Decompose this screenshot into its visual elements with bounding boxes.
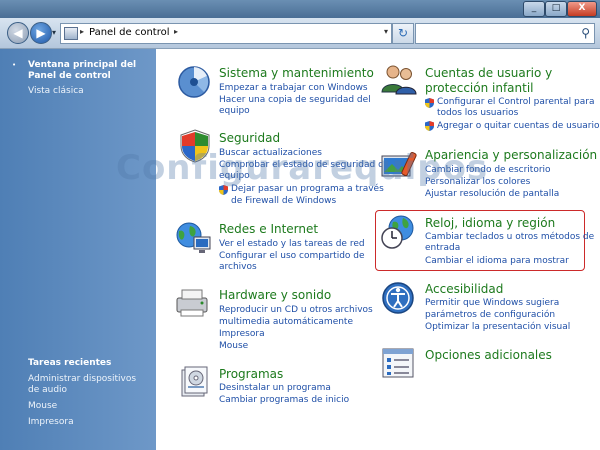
link-printer[interactable]: Impresora (219, 329, 265, 339)
network-internet-icon[interactable] (174, 221, 211, 257)
additional-options-icon[interactable] (380, 346, 416, 382)
search-input[interactable] (418, 26, 572, 41)
breadcrumb-control-panel[interactable]: Panel de control (89, 27, 170, 38)
link-autoplay-cont[interactable]: multimedia automáticamente (219, 317, 353, 327)
title-bar: _ □ X (0, 0, 600, 18)
sidebar-item-home[interactable]: Ventana principal del Panel de control (28, 60, 152, 82)
link-file-sharing[interactable]: Configurar el uso compartido de (219, 251, 365, 261)
watermark-text: Configurarequipos (116, 148, 489, 188)
accessibility-icon[interactable] (380, 280, 416, 316)
forward-button[interactable]: ▶ (30, 22, 52, 44)
category-programs-title[interactable]: Programas (219, 367, 283, 381)
link-network-status[interactable]: Ver el estado y las tareas de red (219, 239, 365, 249)
sidebar-item-classic-view[interactable]: Vista clásica (28, 86, 84, 97)
search-box[interactable]: ⚲ (415, 23, 595, 44)
close-button[interactable]: X (567, 1, 597, 17)
link-windows-suggest[interactable]: Permitir que Windows sugiera (425, 298, 559, 308)
address-bar[interactable]: ▸ Panel de control ▸ ▾ (60, 23, 392, 44)
programs-icon[interactable] (176, 364, 212, 400)
user-accounts-icon[interactable] (380, 62, 417, 98)
link-uninstall[interactable]: Desinstalar un programa (219, 383, 331, 393)
link-windows-suggest-cont[interactable]: parámetros de configuración (425, 310, 555, 320)
link-display-language[interactable]: Cambiar el idioma para mostrar (425, 256, 569, 266)
link-file-sharing-cont[interactable]: archivos (219, 262, 257, 272)
search-icon[interactable]: ⚲ (581, 26, 590, 40)
category-accounts-title-cont[interactable]: protección infantil (425, 81, 534, 95)
link-screen-resolution[interactable]: Ajustar resolución de pantalla (425, 189, 559, 199)
link-add-remove-accounts[interactable]: Agregar o quitar cuentas de usuario (437, 121, 600, 131)
minimize-button[interactable]: _ (523, 1, 545, 17)
clock-language-region-icon[interactable] (381, 214, 417, 250)
category-network-title[interactable]: Redes e Internet (219, 222, 318, 236)
link-firewall-allow-cont[interactable]: de Firewall de Windows (231, 196, 336, 206)
navigation-bar: ◀ ▶ ▾ ▸ Panel de control ▸ ▾ ↻ ⚲ (0, 18, 600, 49)
link-parental-controls[interactable]: Configurar el Control parental para (437, 97, 594, 107)
category-accounts-title[interactable]: Cuentas de usuario y (425, 66, 552, 80)
link-getting-started[interactable]: Empezar a trabajar con Windows (219, 83, 368, 93)
sidebar-bullet: • (12, 61, 17, 69)
link-keyboards-input-cont[interactable]: entrada (425, 243, 460, 253)
uac-shield-icon (425, 121, 434, 131)
recent-tasks-heading: Tareas recientes (28, 358, 112, 368)
link-backup[interactable]: Hacer una copia de seguridad del (219, 95, 371, 105)
recent-task-printer[interactable]: Impresora (28, 417, 74, 428)
category-security-title[interactable]: Seguridad (219, 131, 280, 145)
uac-shield-icon (425, 98, 434, 108)
category-additional-title[interactable]: Opciones adicionales (425, 348, 552, 362)
sidebar: • Ventana principal del Panel de control… (0, 49, 156, 450)
recent-task-audio[interactable]: Administrar dispositivos de audio (28, 374, 148, 396)
category-hardware-title[interactable]: Hardware y sonido (219, 288, 331, 302)
link-mouse[interactable]: Mouse (219, 341, 248, 351)
link-startup-programs[interactable]: Cambiar programas de inicio (219, 395, 349, 405)
control-panel-icon (64, 27, 78, 40)
link-autoplay[interactable]: Reproducir un CD u otros archivos (219, 305, 373, 315)
system-maintenance-icon[interactable] (176, 64, 212, 100)
address-dropdown-icon[interactable]: ▾ (384, 27, 388, 36)
link-parental-controls-cont[interactable]: todos los usuarios (437, 108, 518, 118)
link-optimize-display[interactable]: Optimizar la presentación visual (425, 322, 570, 332)
hardware-sound-icon[interactable] (174, 286, 210, 322)
breadcrumb-arrow-icon[interactable]: ▸ (80, 27, 84, 36)
back-button[interactable]: ◀ (7, 22, 29, 44)
link-backup-cont[interactable]: equipo (219, 106, 250, 116)
link-keyboards-input[interactable]: Cambiar teclados u otros métodos de (425, 232, 594, 242)
recent-task-mouse[interactable]: Mouse (28, 401, 57, 412)
recent-pages-dropdown[interactable]: ▾ (52, 28, 56, 37)
maximize-button[interactable]: □ (545, 1, 567, 17)
category-clock-title[interactable]: Reloj, idioma y región (425, 216, 555, 230)
category-system-title[interactable]: Sistema y mantenimiento (219, 66, 374, 80)
breadcrumb-arrow-icon[interactable]: ▸ (174, 27, 178, 36)
category-accessibility-title[interactable]: Accesibilidad (425, 282, 503, 296)
refresh-button[interactable]: ↻ (392, 23, 414, 44)
